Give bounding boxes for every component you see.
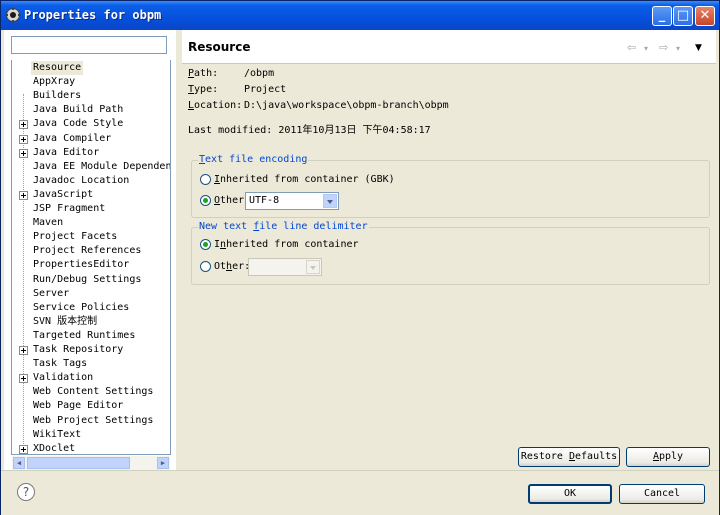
tree-item-label: Javadoc Location: [33, 174, 130, 186]
location-label: Location:: [188, 100, 243, 111]
chevron-down-icon: [306, 260, 320, 274]
location-value: D:\java\workspace\obpm-branch\obpm: [244, 100, 449, 111]
delimiter-inherited-radio-circle[interactable]: [200, 239, 211, 250]
tree-horizontal-scrollbar[interactable]: ◀ ▶: [12, 456, 170, 470]
type-value: Project: [244, 84, 287, 95]
filter-input[interactable]: [11, 36, 167, 54]
maximize-icon: □: [676, 8, 690, 23]
tree-item-label: Task Tags: [33, 358, 88, 370]
expand-plus-icon[interactable]: [19, 190, 28, 200]
line-delimiter-group-title: New text file line delimiter: [198, 221, 369, 233]
view-menu-icon[interactable]: ▼: [695, 43, 702, 53]
tree-item-label: Task Repository: [33, 344, 124, 355]
text-encoding-group-title: Text file encoding: [198, 154, 309, 166]
expand-plus-icon[interactable]: [19, 346, 28, 355]
encoding-inherited-label[interactable]: Inherited from container (GBK): [214, 173, 395, 187]
apply-button[interactable]: Apply: [626, 447, 710, 467]
path-label: Path:: [188, 68, 219, 79]
close-button[interactable]: ✕: [695, 6, 715, 26]
ok-button[interactable]: OK: [528, 484, 612, 504]
help-icon[interactable]: ?: [17, 483, 35, 501]
delimiter-other-radio-circle[interactable]: [200, 261, 211, 272]
tree-item-label: JavaScript: [33, 188, 94, 200]
tree-item-label: Java Editor: [33, 146, 100, 158]
minimize-icon: _: [658, 8, 666, 23]
tree-item-label: Resource: [31, 61, 84, 75]
tree-item-label: Targeted Runtimes: [33, 329, 136, 341]
tree-item-label: Service Policies: [33, 301, 130, 313]
properties-dialog: Properties for obpm _ □ ✕ Resource AppXra…: [0, 0, 720, 515]
encoding-other-radio-circle[interactable]: [200, 195, 211, 206]
back-arrow-icon[interactable]: ⇦: [627, 41, 636, 54]
property-page: Resource ⇦ ▾ ⇨ ▾ ▼ Path: /obpm Type: Pro…: [182, 30, 716, 470]
tree-item-label: Validation: [33, 372, 94, 384]
encoding-inherited-radio-circle[interactable]: [200, 174, 211, 185]
type-label: Type:: [188, 84, 219, 95]
restore-defaults-button[interactable]: Restore Defaults: [518, 447, 620, 467]
delimiter-inherited-label[interactable]: Inherited from container: [214, 238, 359, 252]
path-value: /obpm: [244, 68, 275, 79]
encoding-combo-value: UTF-8: [249, 195, 280, 206]
last-modified-value: 2011年10月13日 下午04:58:17: [278, 125, 431, 136]
tree-item-label: AppXray: [33, 76, 76, 88]
tree-item-label: Web Project Settings: [33, 414, 154, 426]
tree-item-label: PropertiesEditor: [33, 259, 130, 271]
tree-item-label: Web Page Editor: [33, 400, 124, 412]
tree-item-label: Java Build Path: [33, 104, 124, 116]
tree-item-label: Project Facets: [33, 231, 118, 243]
scroll-thumb[interactable]: [27, 457, 130, 469]
tree-item-label: Web Content Settings: [33, 386, 154, 398]
title-bar[interactable]: Properties for obpm _ □ ✕: [1, 1, 719, 30]
chevron-down-icon[interactable]: [323, 194, 337, 208]
forward-arrow-icon[interactable]: ⇨: [659, 41, 668, 54]
dialog-button-bar: ? OK Cancel: [1, 470, 719, 515]
minimize-button[interactable]: _: [652, 6, 672, 26]
tree-item-label: SVN 版本控制: [33, 315, 98, 327]
expand-plus-icon[interactable]: [19, 148, 28, 158]
back-dropdown-icon[interactable]: ▾: [644, 44, 648, 53]
delimiter-other-label[interactable]: Other:: [214, 260, 250, 274]
tree-item-label: Java EE Module Dependenc: [33, 160, 171, 172]
tree-item-label: WikiText: [33, 428, 82, 440]
scroll-right-arrow-icon[interactable]: ▶: [157, 457, 169, 469]
tree-item-label: Builders: [33, 90, 82, 102]
eclipse-gear-icon: [5, 7, 21, 23]
line-delimiter-group: New text file line delimiter Inherited f…: [191, 221, 710, 285]
dialog-content: Resource AppXray Builders Java Build Path Ja…: [4, 30, 716, 470]
tree-item-label: Run/Debug Settings: [33, 273, 142, 285]
tree-item-label: Server: [33, 287, 70, 299]
encoding-combo[interactable]: UTF-8: [245, 192, 339, 210]
text-encoding-group: Text file encoding Inherited from contai…: [191, 154, 710, 218]
last-modified-row: Last modified: 2011年10月13日 下午04:58:17: [188, 121, 431, 136]
tree-item-label: XDoclet: [33, 442, 76, 454]
property-page-tree[interactable]: Resource AppXray Builders Java Build Path Ja…: [11, 60, 171, 455]
expand-plus-icon[interactable]: [19, 134, 28, 144]
expand-plus-icon[interactable]: [19, 374, 28, 384]
cancel-button[interactable]: Cancel: [619, 484, 705, 504]
page-title: Resource: [188, 40, 251, 54]
tree-item-label: Project References: [33, 245, 142, 257]
tree-item-label: Java Code Style: [33, 118, 124, 130]
expand-plus-icon[interactable]: [19, 444, 28, 454]
tree-item-label: JSP Fragment: [33, 203, 106, 214]
tree-item-label: Maven: [33, 217, 64, 229]
scroll-left-arrow-icon[interactable]: ◀: [13, 457, 25, 469]
maximize-button[interactable]: □: [673, 6, 693, 26]
page-header: Resource ⇦ ▾ ⇨ ▾ ▼: [182, 30, 716, 64]
delimiter-combo: [248, 258, 322, 276]
window-title: Properties for obpm: [24, 8, 162, 22]
forward-dropdown-icon[interactable]: ▾: [676, 44, 680, 53]
last-modified-label: Last modified:: [188, 125, 273, 136]
tree-item-label: Java Compiler: [33, 132, 112, 144]
expand-plus-icon[interactable]: [19, 120, 28, 130]
close-icon: ✕: [699, 8, 711, 23]
